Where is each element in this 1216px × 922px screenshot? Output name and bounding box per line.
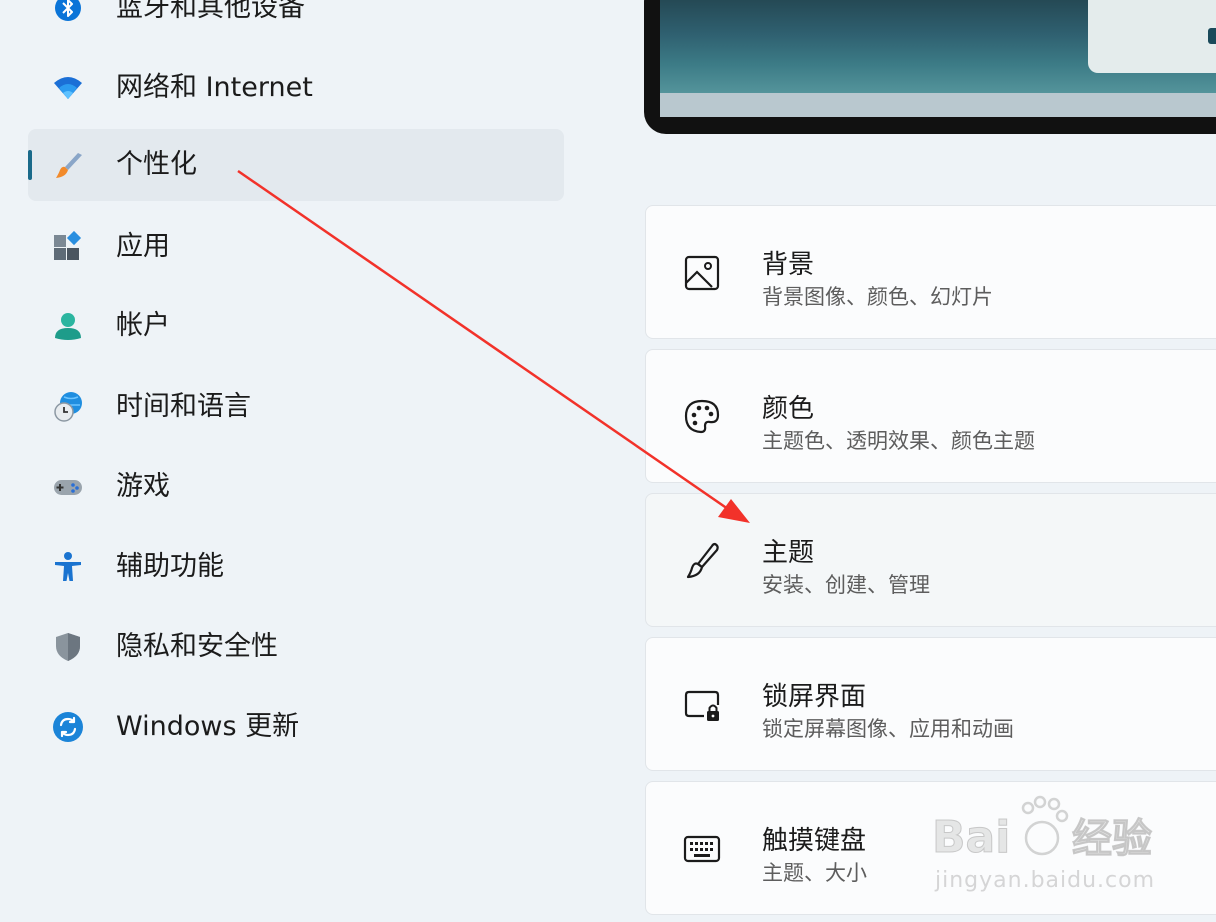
setting-subtitle: 背景图像、颜色、幻灯片	[762, 285, 993, 309]
sidebar-item-windows-update[interactable]: Windows 更新	[28, 691, 564, 763]
svg-text:经验: 经验	[1072, 816, 1152, 862]
sidebar-item-bluetooth[interactable]: 蓝牙和其他设备	[28, 0, 564, 44]
paintbrush-icon	[52, 149, 84, 181]
sidebar-item-time-language[interactable]: 时间和语言	[28, 371, 564, 443]
setting-subtitle: 主题色、透明效果、颜色主题	[762, 429, 1035, 453]
sync-icon	[52, 711, 84, 743]
setting-subtitle: 锁定屏幕图像、应用和动画	[762, 717, 1014, 741]
theme-preview-image	[644, 0, 1216, 134]
selection-indicator	[28, 150, 32, 180]
keyboard-icon	[682, 829, 722, 869]
sidebar-item-label: 帐户	[116, 310, 170, 341]
gamepad-icon	[52, 471, 84, 503]
sidebar-item-accessibility[interactable]: 辅助功能	[28, 531, 564, 603]
setting-title: 锁屏界面	[762, 682, 867, 712]
sidebar-item-label: Windows 更新	[116, 711, 300, 742]
sidebar-item-label: 蓝牙和其他设备	[116, 0, 305, 23]
sidebar-item-label: 网络和 Internet	[116, 72, 313, 103]
setting-lock-screen[interactable]: 锁屏界面 锁定屏幕图像、应用和动画	[645, 637, 1216, 771]
apps-icon	[52, 231, 84, 263]
brush-icon	[682, 541, 722, 581]
sidebar-item-label: 时间和语言	[116, 391, 251, 422]
lock-screen-icon	[682, 685, 722, 725]
sidebar-item-network[interactable]: 网络和 Internet	[28, 52, 564, 124]
sidebar-item-privacy[interactable]: 隐私和安全性	[28, 611, 564, 683]
account-icon	[52, 310, 84, 342]
sidebar-item-gaming[interactable]: 游戏	[28, 451, 564, 523]
setting-themes[interactable]: 主题 安装、创建、管理	[645, 493, 1216, 627]
sidebar-nav: 蓝牙和其他设备 网络和 Internet 个性化 应用 帐户 时间和语言 游戏 …	[0, 0, 600, 922]
preview-window	[1088, 0, 1216, 73]
wifi-icon	[52, 72, 84, 104]
sidebar-item-apps[interactable]: 应用	[28, 211, 564, 283]
shield-icon	[52, 631, 84, 663]
setting-subtitle: 主题、大小	[762, 861, 867, 885]
svg-text:Bai: Bai	[932, 812, 1010, 863]
sidebar-item-personalization[interactable]: 个性化	[28, 129, 564, 201]
accessibility-icon	[52, 551, 84, 583]
image-icon	[682, 253, 722, 293]
sidebar-item-label: 辅助功能	[116, 551, 224, 582]
setting-title: 背景	[762, 250, 815, 280]
sidebar-item-label: 个性化	[116, 149, 197, 180]
preview-taskbar	[660, 93, 1216, 117]
watermark-url: jingyan.baidu.com	[935, 868, 1156, 893]
palette-icon	[682, 397, 722, 437]
time-language-icon	[52, 391, 84, 423]
setting-colors[interactable]: 颜色 主题色、透明效果、颜色主题	[645, 349, 1216, 483]
setting-background[interactable]: 背景 背景图像、颜色、幻灯片	[645, 205, 1216, 339]
bluetooth-icon	[52, 0, 84, 24]
setting-title: 触摸键盘	[762, 826, 867, 856]
sidebar-item-label: 应用	[116, 231, 170, 262]
sidebar-item-accounts[interactable]: 帐户	[28, 290, 564, 362]
sidebar-item-label: 游戏	[116, 471, 170, 502]
setting-subtitle: 安装、创建、管理	[762, 573, 930, 597]
setting-title: 主题	[762, 538, 815, 568]
setting-title: 颜色	[762, 394, 815, 424]
sidebar-item-label: 隐私和安全性	[116, 631, 278, 662]
